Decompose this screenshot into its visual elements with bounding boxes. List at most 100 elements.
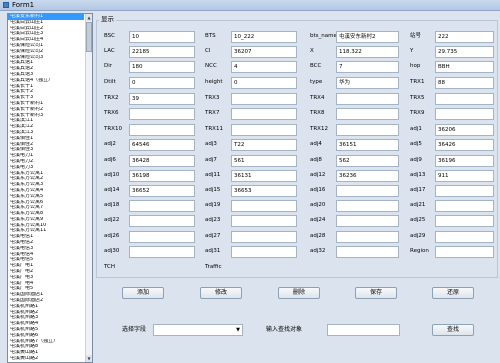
bcc-field[interactable]: 7: [336, 61, 399, 73]
bsc-field[interactable]: 10: [129, 31, 195, 43]
restore-button[interactable]: 还原: [432, 287, 474, 299]
x-field[interactable]: 118.322: [336, 46, 399, 58]
hop-field[interactable]: BBH: [435, 61, 494, 73]
adj22-field[interactable]: [129, 215, 195, 227]
adj30-label: adj30: [104, 248, 120, 254]
adj23-label: adj23: [205, 217, 221, 223]
adj10-label: adj10: [104, 172, 120, 178]
trx6-label: TRX6: [104, 110, 119, 116]
hop-label: hop: [410, 63, 421, 69]
region-field[interactable]: [435, 246, 494, 258]
trx6-field[interactable]: [129, 108, 195, 120]
trx9-field[interactable]: [435, 108, 494, 120]
station-listbox[interactable]: 屯溪安东新村1 屯溪白云山庄1 屯溪白云山庄2 屯溪白云山庄3 屯溪白云山庄4 屯溪保险公…: [7, 13, 93, 363]
adj32-field[interactable]: [336, 246, 399, 258]
adj25-label: adj25: [410, 217, 426, 223]
title-bar: Form1: [0, 0, 500, 11]
trx4-field[interactable]: [336, 93, 399, 105]
adj22-label: adj22: [104, 217, 120, 223]
lac-field[interactable]: 22185: [129, 46, 195, 58]
adj18-field[interactable]: [129, 200, 195, 212]
trx10-field[interactable]: [129, 124, 195, 136]
adj30-field[interactable]: [129, 246, 195, 258]
type-field[interactable]: 华为: [336, 77, 399, 89]
bts-field[interactable]: 10_222: [231, 31, 297, 43]
field-3-field[interactable]: 222: [435, 31, 494, 43]
trx11-label: TRX11: [205, 126, 223, 132]
adj27-field[interactable]: [231, 231, 297, 243]
bts-name-field[interactable]: 屯溪安东新村2: [336, 31, 399, 43]
search-target-input[interactable]: [327, 324, 400, 336]
adj9-field[interactable]: 36196: [435, 155, 494, 167]
adj25-field[interactable]: [435, 215, 494, 227]
delete-button[interactable]: 删除: [278, 287, 320, 299]
add-button[interactable]: 添加: [122, 287, 164, 299]
trx12-field[interactable]: [336, 124, 399, 136]
adj12-field[interactable]: 36236: [336, 170, 399, 182]
adj14-label: adj14: [104, 187, 120, 193]
adj31-label: adj31: [205, 248, 221, 254]
list-vertical-scrollbar[interactable]: ▲ ▼: [85, 14, 92, 362]
trx3-field[interactable]: [231, 93, 297, 105]
adj26-field[interactable]: [129, 231, 195, 243]
bts-name-label: bts_name: [310, 33, 337, 39]
ncc-field[interactable]: 4: [231, 61, 297, 73]
adj12-label: adj12: [310, 172, 326, 178]
y-field[interactable]: 29.735: [435, 46, 494, 58]
adj4-field[interactable]: 36151: [336, 139, 399, 151]
adj21-field[interactable]: [435, 200, 494, 212]
adj15-label: adj15: [205, 187, 221, 193]
dropdown-arrow-icon[interactable]: ▼: [236, 325, 240, 335]
adj13-field[interactable]: 911: [435, 170, 494, 182]
dtilt-label: Dtilt: [104, 79, 116, 85]
adj11-field[interactable]: 36131: [231, 170, 297, 182]
save-button[interactable]: 保存: [355, 287, 397, 299]
adj29-field[interactable]: [435, 231, 494, 243]
search-button[interactable]: 查找: [432, 324, 474, 336]
adj17-field[interactable]: [435, 185, 494, 197]
adj24-field[interactable]: [336, 215, 399, 227]
adj3-field[interactable]: T22: [231, 139, 297, 151]
window-title: Form1: [12, 1, 35, 9]
adj23-field[interactable]: [231, 215, 297, 227]
scroll-up-arrow-icon[interactable]: ▲: [86, 14, 92, 21]
trx5-field[interactable]: [435, 93, 494, 105]
trx2-field[interactable]: 39: [129, 93, 195, 105]
adj7-field[interactable]: 561: [231, 155, 297, 167]
trx1-field[interactable]: 88: [435, 77, 494, 89]
adj8-field[interactable]: 562: [336, 155, 399, 167]
dir-label: Dir: [104, 63, 113, 69]
dtilt-field[interactable]: 0: [129, 77, 195, 89]
height-field[interactable]: 0: [231, 77, 297, 89]
adj31-field[interactable]: [231, 246, 297, 258]
trx11-field[interactable]: [231, 124, 297, 136]
adj6-field[interactable]: 36428: [129, 155, 195, 167]
app-icon: [3, 2, 9, 8]
trx7-label: TRX7: [205, 110, 220, 116]
scroll-down-arrow-icon[interactable]: ▼: [86, 355, 92, 362]
modify-button[interactable]: 修改: [200, 287, 242, 299]
adj1-field[interactable]: 36206: [435, 124, 494, 136]
ci-field[interactable]: 36207: [231, 46, 297, 58]
trx7-field[interactable]: [231, 108, 297, 120]
adj10-field[interactable]: 36198: [129, 170, 195, 182]
adj19-field[interactable]: [231, 200, 297, 212]
trx8-label: TRX8: [310, 110, 325, 116]
scroll-thumb[interactable]: [86, 22, 92, 52]
select-field-dropdown[interactable]: ▼: [153, 324, 243, 336]
traffic-label: Traffic: [205, 264, 222, 270]
station-list-items: 屯溪安东新村1 屯溪白云山庄1 屯溪白云山庄2 屯溪白云山庄3 屯溪白云山庄4 屯溪保险公…: [8, 14, 84, 362]
height-label: height: [205, 79, 223, 85]
trx8-field[interactable]: [336, 108, 399, 120]
type-label: type: [310, 79, 323, 85]
adj28-field[interactable]: [336, 231, 399, 243]
adj16-field[interactable]: [336, 185, 399, 197]
adj14-field[interactable]: 36652: [129, 185, 195, 197]
adj20-field[interactable]: [336, 200, 399, 212]
adj5-field[interactable]: 36426: [435, 139, 494, 151]
adj2-field[interactable]: 64546: [129, 139, 195, 151]
dir-field[interactable]: 180: [129, 61, 195, 73]
adj29-label: adj29: [410, 233, 426, 239]
adj19-label: adj19: [205, 202, 221, 208]
adj15-field[interactable]: 36653: [231, 185, 297, 197]
